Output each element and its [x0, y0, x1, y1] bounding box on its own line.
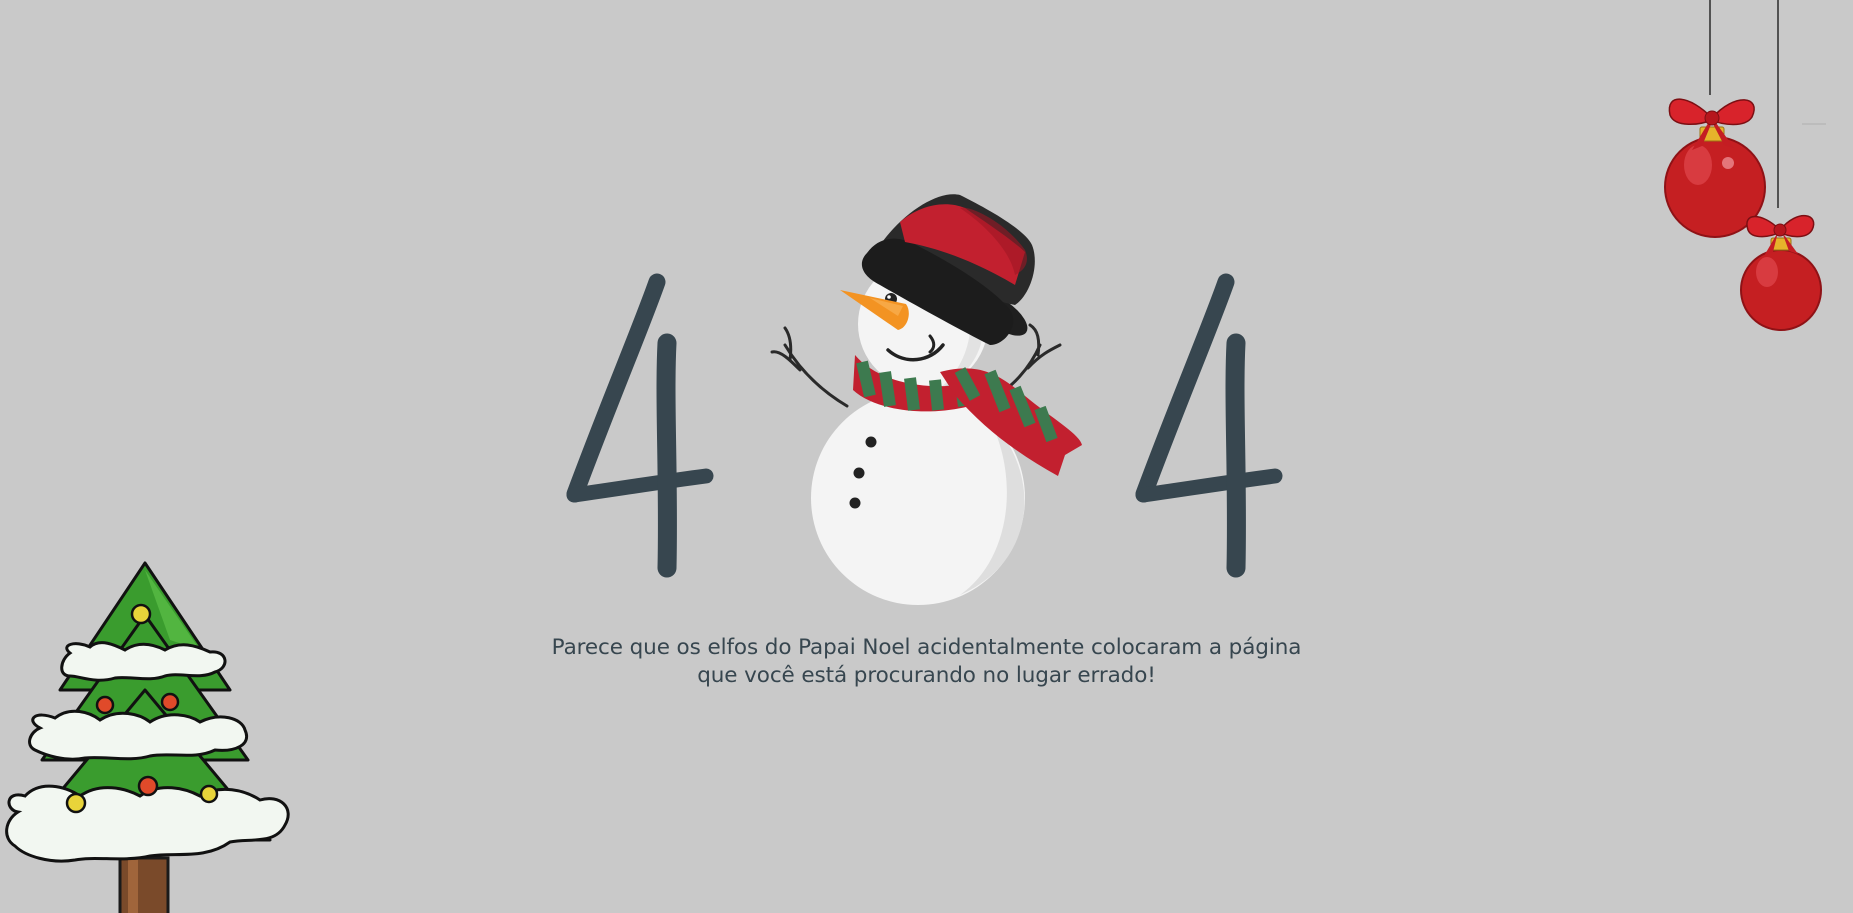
- christmas-ornaments-icon: [1664, 0, 1826, 331]
- error-message: Parece que os elfos do Papai Noel aciden…: [500, 634, 1353, 690]
- error-message-line-1: Parece que os elfos do Papai Noel aciden…: [551, 635, 1302, 660]
- christmas-tree-icon: [5, 561, 290, 913]
- error-digit-left: [566, 273, 714, 578]
- error-digit-right: [1135, 273, 1283, 578]
- error-message-line-2: que você está procurando no lugar errado…: [697, 663, 1156, 688]
- snowman-icon: [770, 194, 1082, 605]
- not-found-page: Parece que os elfos do Papai Noel aciden…: [0, 0, 1853, 913]
- illustration: [5, 0, 1826, 913]
